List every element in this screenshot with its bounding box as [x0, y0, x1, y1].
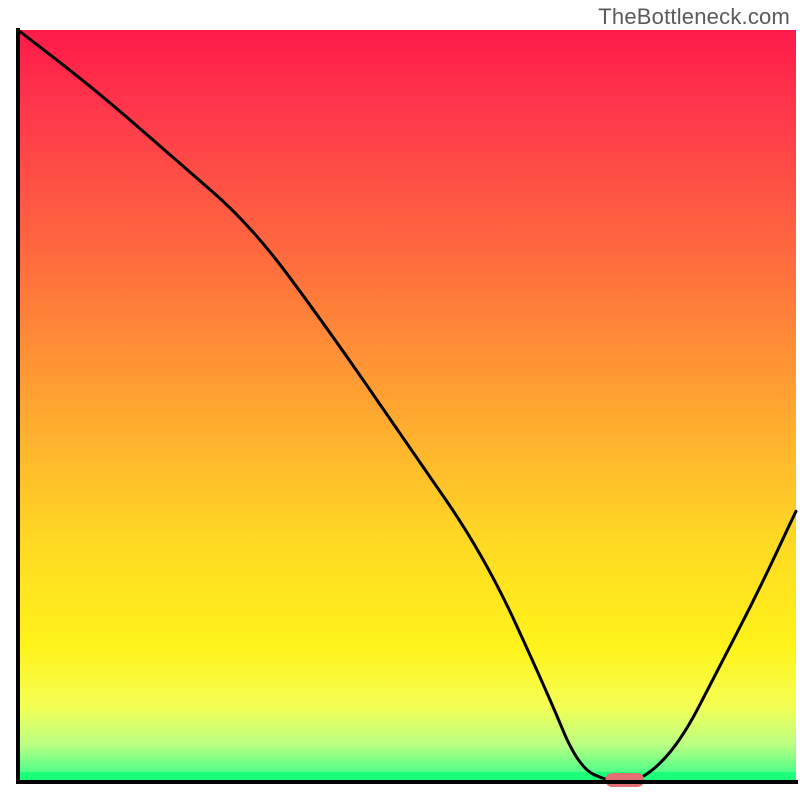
gradient-background: [18, 30, 796, 782]
watermark-text: TheBottleneck.com: [598, 4, 790, 30]
bottleneck-chart: [0, 0, 800, 800]
chart-container: { "watermark": "TheBottleneck.com", "cha…: [0, 0, 800, 800]
plot-area: [16, 28, 798, 787]
